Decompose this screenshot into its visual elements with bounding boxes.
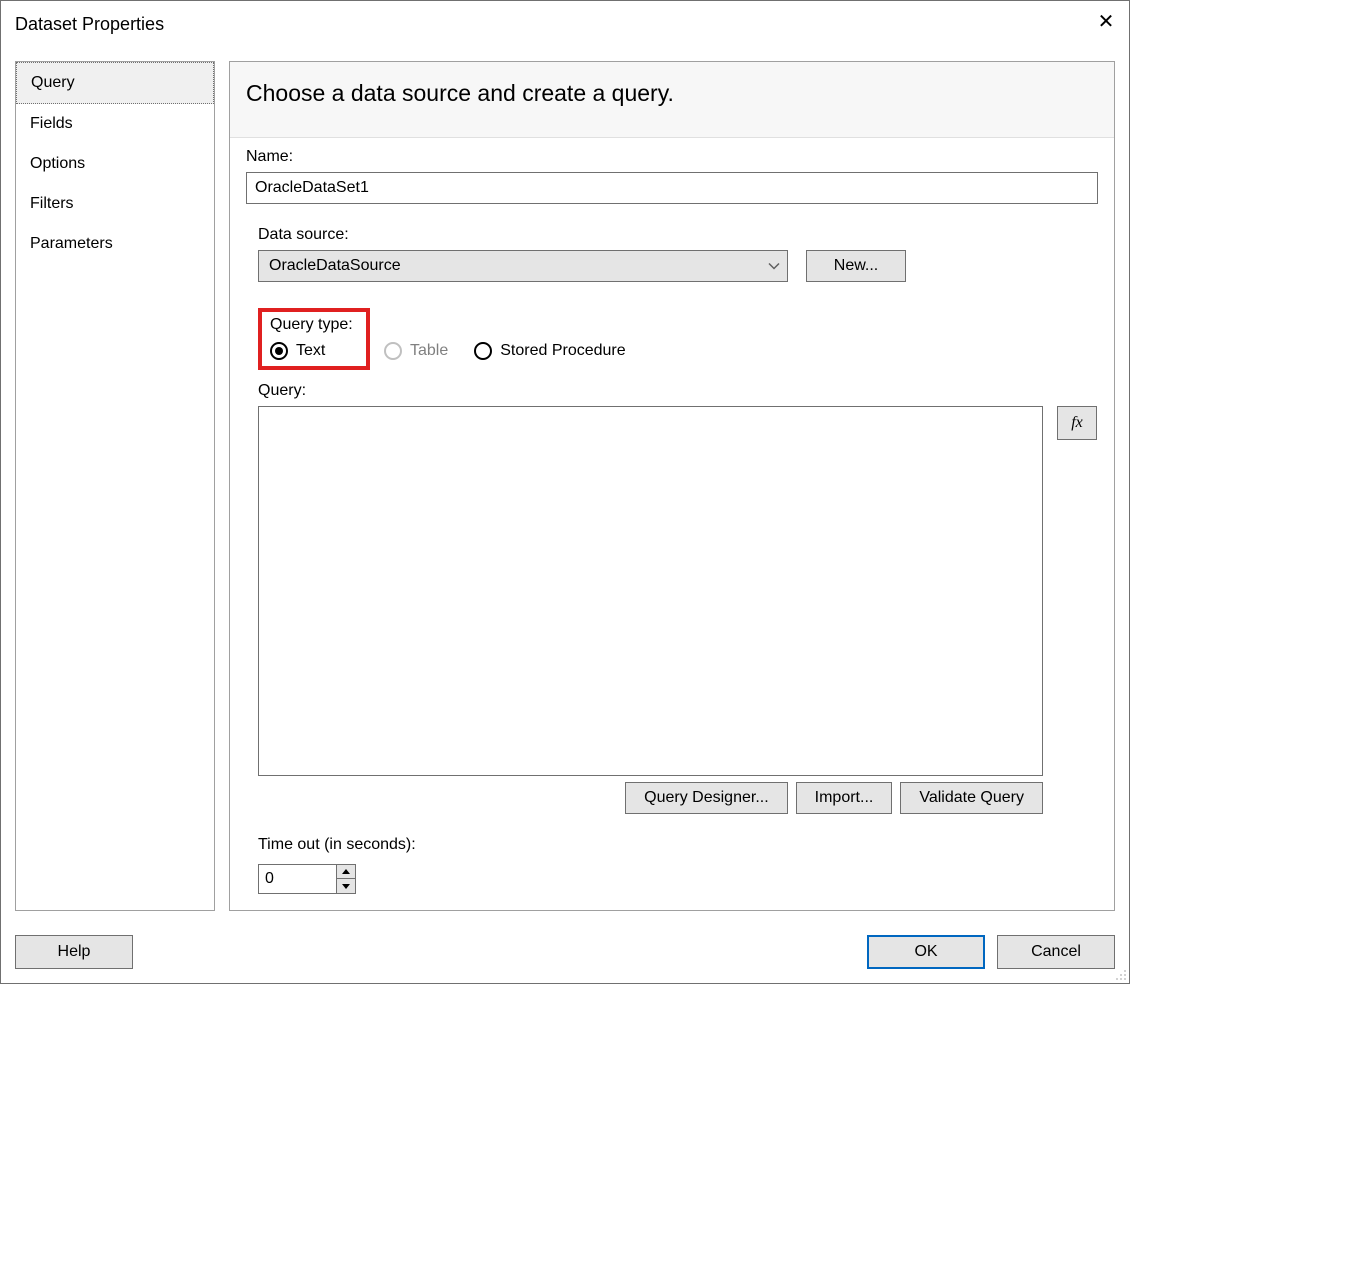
query-type-highlight-block: Query type: Text: [258, 308, 370, 370]
data-source-select-wrap: OracleDataSource: [258, 250, 788, 282]
expression-button[interactable]: fx: [1057, 406, 1097, 440]
dialog-body: Query Fields Options Filters Parameters …: [1, 47, 1129, 925]
content-panel: Choose a data source and create a query.…: [229, 61, 1115, 911]
query-textarea[interactable]: [258, 406, 1043, 776]
sidebar-item-label: Fields: [30, 115, 73, 132]
help-button[interactable]: Help: [15, 935, 133, 969]
titlebar: Dataset Properties ✕: [1, 1, 1129, 47]
dataset-properties-dialog: Dataset Properties ✕ Query Fields Option…: [0, 0, 1130, 984]
sidebar-item-label: Options: [30, 155, 85, 172]
radio-icon: [384, 342, 402, 360]
new-data-source-button[interactable]: New...: [806, 250, 906, 282]
triangle-down-icon: [342, 884, 350, 889]
import-button[interactable]: Import...: [796, 782, 893, 814]
name-label: Name:: [246, 148, 1098, 166]
close-button[interactable]: ✕: [1083, 5, 1129, 43]
query-label: Query:: [258, 382, 1098, 400]
sidebar-item-fields[interactable]: Fields: [16, 104, 214, 144]
query-type-text-radio[interactable]: Text: [270, 342, 358, 360]
dialog-footer: Help OK Cancel: [1, 925, 1129, 983]
data-source-row: OracleDataSource New...: [258, 250, 1098, 282]
sidebar-item-query[interactable]: Query: [16, 62, 214, 104]
query-designer-button[interactable]: Query Designer...: [625, 782, 788, 814]
panel-content: Name: Data source: OracleDataSource New.…: [230, 138, 1114, 910]
panel-heading: Choose a data source and create a query.: [230, 62, 1114, 138]
fx-icon: fx: [1071, 414, 1083, 431]
radio-icon: [270, 342, 288, 360]
sidebar-item-label: Parameters: [30, 235, 113, 252]
close-icon: ✕: [1098, 12, 1115, 32]
query-type-label: Query type:: [270, 316, 358, 334]
name-input[interactable]: [246, 172, 1098, 204]
ok-button[interactable]: OK: [867, 935, 985, 969]
sidebar-item-parameters[interactable]: Parameters: [16, 224, 214, 264]
radio-label: Stored Procedure: [500, 342, 625, 360]
data-source-select[interactable]: OracleDataSource: [258, 250, 788, 282]
timeout-input[interactable]: [259, 865, 336, 893]
triangle-up-icon: [342, 869, 350, 874]
query-type-sp-radio[interactable]: Stored Procedure: [474, 342, 625, 360]
query-type-table-radio: Table: [384, 342, 448, 360]
dialog-title: Dataset Properties: [15, 14, 164, 35]
sidebar-item-options[interactable]: Options: [16, 144, 214, 184]
sidebar-item-label: Filters: [30, 195, 74, 212]
query-row: fx: [258, 406, 1098, 776]
sidebar: Query Fields Options Filters Parameters: [15, 61, 215, 911]
timeout-step-up[interactable]: [337, 865, 355, 879]
query-buttons-row: Query Designer... Import... Validate Que…: [258, 782, 1043, 814]
radio-label: Table: [410, 342, 448, 360]
spinner-buttons: [336, 865, 355, 893]
sidebar-item-label: Query: [31, 74, 75, 91]
validate-query-button[interactable]: Validate Query: [900, 782, 1043, 814]
radio-label: Text: [296, 342, 325, 360]
timeout-stepper: [258, 864, 356, 894]
radio-icon: [474, 342, 492, 360]
cancel-button[interactable]: Cancel: [997, 935, 1115, 969]
sidebar-item-filters[interactable]: Filters: [16, 184, 214, 224]
data-source-selected-value: OracleDataSource: [269, 257, 401, 274]
timeout-label: Time out (in seconds):: [258, 836, 1098, 854]
data-source-label: Data source:: [258, 226, 1098, 244]
timeout-step-down[interactable]: [337, 879, 355, 893]
